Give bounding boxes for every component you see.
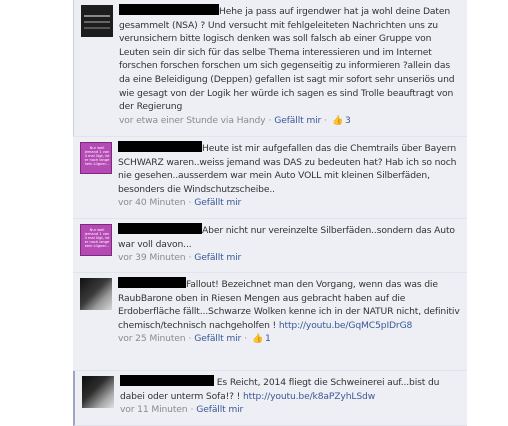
author-name-redacted[interactable] — [118, 277, 186, 288]
like-count[interactable]: 3 — [345, 115, 351, 126]
thumbs-up-icon: 👍 — [331, 115, 343, 126]
comment-timestamp[interactable]: vor 25 Minuten — [118, 333, 186, 344]
avatar-text: Nur weil jemand 1 von 4 mal lügt, ist er… — [84, 146, 110, 166]
comment-timestamp[interactable]: vor etwa einer Stunde via Handy — [119, 115, 266, 126]
author-name-redacted[interactable] — [120, 375, 214, 386]
author-name-redacted[interactable] — [119, 4, 219, 15]
like-button[interactable]: Gefällt mir — [196, 404, 243, 415]
comment: Nur weil jemand 1 von 4 mal lügt, ist er… — [73, 137, 467, 219]
avatar[interactable]: Nur weil jemand 1 von 4 mal lügt, ist er… — [80, 142, 112, 174]
comment-timestamp[interactable]: vor 39 Minuten — [118, 252, 186, 263]
like-button[interactable]: Gefällt mir — [194, 197, 241, 208]
comment-timestamp[interactable]: vor 11 Minuten — [120, 404, 188, 415]
author-name-redacted[interactable] — [118, 141, 202, 152]
like-button[interactable]: Gefällt mir — [194, 333, 241, 344]
youtube-link[interactable]: http://youtu.be/k8aPZyhLSdw — [243, 391, 375, 402]
like-count[interactable]: 1 — [265, 333, 271, 344]
comment-timestamp[interactable]: vor 40 Minuten — [118, 197, 186, 208]
comment-thread: Hehe ja pass auf irgendwer hat ja wohl d… — [0, 0, 508, 426]
avatar-text: Nur weil jemand 1 von 4 mal lügt, ist er… — [84, 228, 110, 248]
author-name-redacted[interactable] — [118, 223, 202, 234]
comment-text: Hehe ja pass auf irgendwer hat ja wohl d… — [119, 6, 455, 113]
avatar[interactable]: Nur weil jemand 1 von 4 mal lügt, ist er… — [80, 224, 112, 256]
comment: Es Reicht, 2014 fliegt die Schweinerei a… — [73, 371, 467, 426]
comment: Fallout! Bezeichnet man den Vorgang, wen… — [73, 273, 467, 371]
like-button[interactable]: Gefällt mir — [194, 252, 241, 263]
avatar[interactable] — [81, 5, 113, 37]
comment: Nur weil jemand 1 von 4 mal lügt, ist er… — [73, 219, 467, 273]
like-button[interactable]: Gefällt mir — [274, 115, 321, 126]
comments-list: Hehe ja pass auf irgendwer hat ja wohl d… — [73, 0, 467, 426]
comment: Hehe ja pass auf irgendwer hat ja wohl d… — [73, 0, 467, 137]
avatar[interactable] — [80, 278, 112, 310]
youtube-link[interactable]: http://youtu.be/GqMC5pIDrG8 — [279, 320, 413, 331]
avatar[interactable] — [82, 376, 114, 408]
thumbs-up-icon: 👍 — [251, 334, 264, 345]
